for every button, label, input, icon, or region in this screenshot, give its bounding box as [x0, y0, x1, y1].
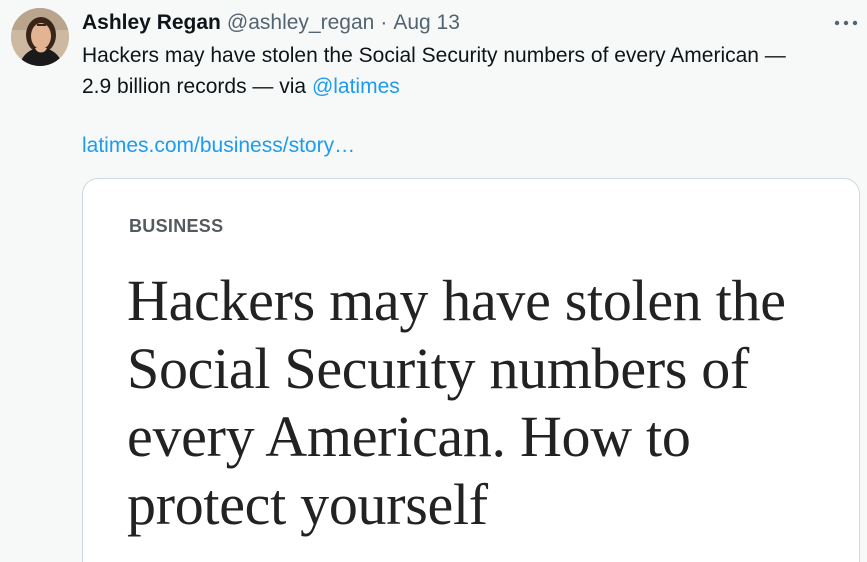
card-headline: Hackers may have stolen the Social Secur…: [127, 268, 786, 537]
separator-dot: ·: [380, 11, 388, 34]
tweet-link-row: latimes.com/business/story…: [82, 130, 355, 161]
tweet-text-line-2-prefix: 2.9 billion records — via: [82, 75, 312, 98]
article-url-link[interactable]: latimes.com/business/story…: [82, 134, 355, 157]
tweet-text: Hackers may have stolen the Social Secur…: [82, 40, 862, 102]
more-horizontal-icon: [834, 20, 858, 26]
tweet-header: Ashley Regan @ashley_regan · Aug 13: [82, 9, 460, 37]
tweet-text-line-1: Hackers may have stolen the Social Secur…: [82, 44, 786, 67]
tweet: Ashley Regan @ashley_regan · Aug 13 Hack…: [0, 0, 867, 562]
user-handle[interactable]: @ashley_regan: [227, 9, 374, 37]
tweet-text-line-2: 2.9 billion records — via @latimes: [82, 71, 862, 102]
mention-link[interactable]: @latimes: [312, 75, 400, 98]
profile-photo-icon: [11, 8, 69, 66]
link-preview-card[interactable]: BUSINESS Hackers may have stolen the Soc…: [82, 178, 860, 562]
display-name[interactable]: Ashley Regan: [82, 9, 221, 37]
avatar[interactable]: [11, 8, 69, 66]
more-options-button[interactable]: [832, 9, 860, 37]
card-section-label: BUSINESS: [129, 216, 224, 236]
tweet-date[interactable]: Aug 13: [393, 9, 460, 37]
